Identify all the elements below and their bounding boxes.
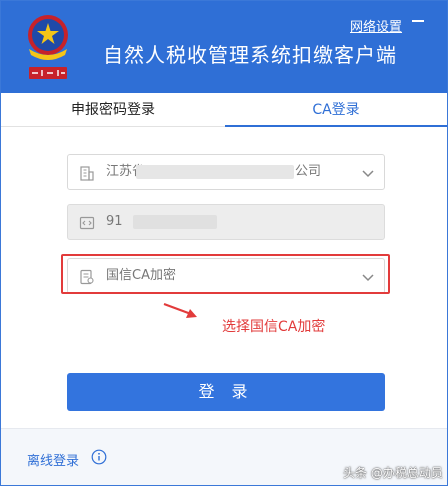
header-bar: 自然人税收管理系统扣缴客户端 网络设置 xyxy=(1,1,447,93)
company-suffix: 公司 xyxy=(295,164,322,179)
network-settings-link[interactable]: 网络设置 xyxy=(350,16,402,35)
offline-login-link[interactable]: 离线登录 xyxy=(27,450,79,469)
login-tabs: 申报密码登录 CA登录 xyxy=(1,93,447,127)
tax-id-field[interactable]: 91 xyxy=(67,204,385,240)
redacted-company-name xyxy=(136,165,294,179)
tab-ca-login[interactable]: CA登录 xyxy=(225,93,447,127)
chevron-down-icon[interactable] xyxy=(360,165,376,181)
app-title: 自然人税收管理系统扣缴客户端 xyxy=(103,43,397,67)
active-tab-indicator xyxy=(225,125,447,127)
annotation-arrow-icon xyxy=(163,302,197,318)
info-icon[interactable] xyxy=(91,449,107,465)
redacted-tax-id xyxy=(133,215,217,229)
login-button[interactable]: 登 录 xyxy=(67,373,385,411)
watermark-text: 头条 @办税总动员 xyxy=(343,466,443,480)
tab-password-login[interactable]: 申报密码登录 xyxy=(1,93,225,127)
code-icon xyxy=(79,216,95,230)
footer-bar: 离线登录 头条 @办税总动员 xyxy=(1,428,447,485)
tax-emblem-logo xyxy=(28,15,68,79)
annotation-highlight-box xyxy=(61,254,390,294)
minimize-icon[interactable] xyxy=(411,13,425,27)
annotation-text: 选择国信CA加密 xyxy=(222,319,326,335)
tax-id-prefix: 91 xyxy=(106,214,123,229)
building-icon xyxy=(80,166,94,181)
login-window: 自然人税收管理系统扣缴客户端 网络设置 申报密码登录 CA登录 江苏省 公司 9… xyxy=(0,0,448,486)
